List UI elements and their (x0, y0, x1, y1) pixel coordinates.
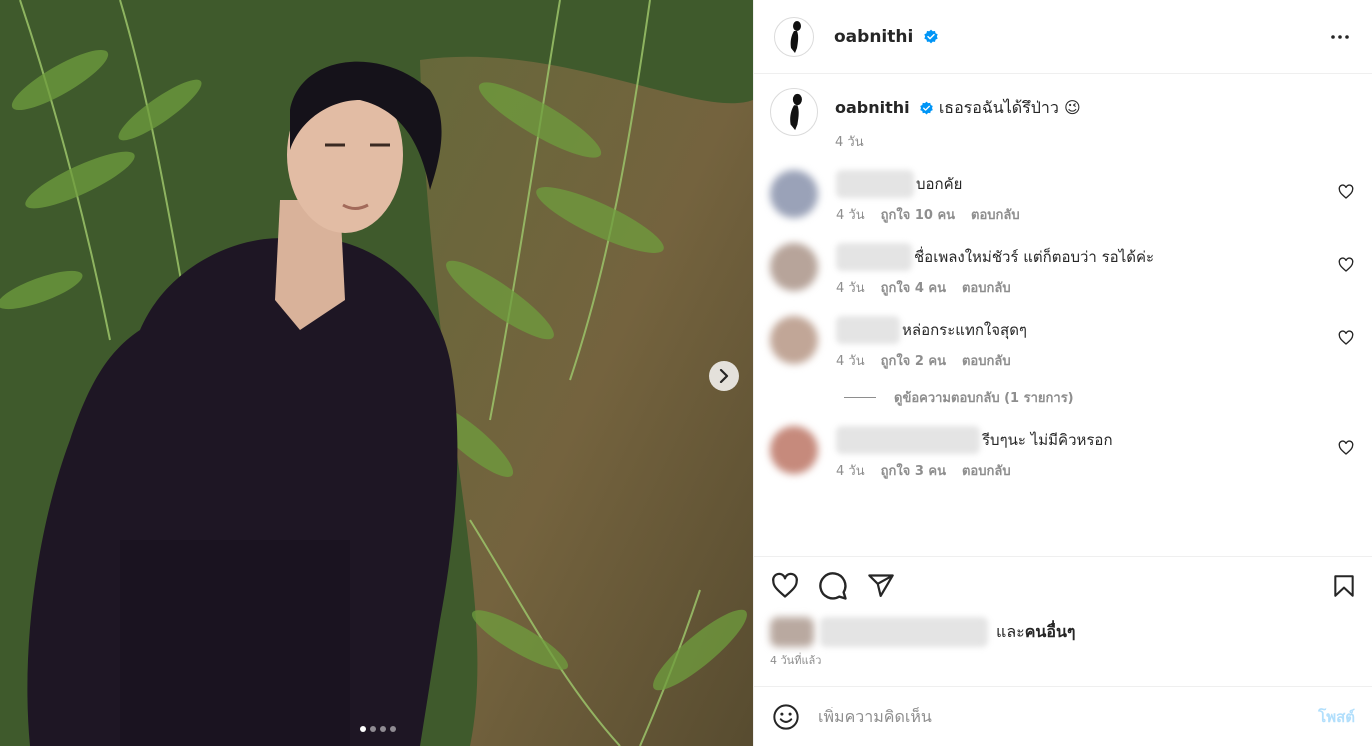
post-header: oabnithi (754, 0, 1372, 74)
caption-emoji: 😉 (1063, 98, 1081, 117)
comment-likes[interactable]: ถูกใจ 2 คน (881, 350, 946, 371)
reply-button[interactable]: ตอบกลับ (962, 350, 1011, 371)
comment-item: ชื่อเพลงใหม่ชัวร์ แต่ก็ตอบว่า รอได้ค่ะ 4… (770, 243, 1356, 298)
blurred-username[interactable] (836, 426, 980, 454)
next-slide-button[interactable] (709, 361, 739, 391)
post-time: 4 วันที่แล้ว (770, 654, 822, 667)
blurred-avatar[interactable] (770, 426, 818, 474)
carousel-dot (390, 726, 396, 732)
comment-likes[interactable]: ถูกใจ 4 คน (881, 277, 946, 298)
more-options-icon[interactable] (1328, 25, 1352, 49)
verified-badge-icon (919, 101, 933, 115)
carousel-dot (370, 726, 376, 732)
caption-username[interactable]: oabnithi (835, 98, 910, 117)
comment-input[interactable] (818, 707, 1319, 726)
heart-icon[interactable] (1338, 440, 1354, 456)
blurred-avatar[interactable] (770, 170, 818, 218)
blurred-avatar[interactable] (770, 316, 818, 364)
comment-time[interactable]: 4 วัน (836, 350, 865, 371)
comment-time[interactable]: 4 วัน (836, 204, 865, 225)
reply-button[interactable]: ตอบกลับ (962, 277, 1011, 298)
blurred-avatar (770, 617, 814, 647)
comment-item: รีบๆนะ ไม่มีคิวหรอก 4 วัน ถูกใจ 3 คน ตอบกล… (770, 426, 1356, 481)
post-media[interactable] (0, 0, 753, 746)
comment-likes[interactable]: ถูกใจ 10 คน (881, 204, 955, 225)
comment-icon[interactable] (818, 571, 848, 601)
caption: oabnithi เธอรอฉันได้รึป่าว 😉 4 วัน (770, 88, 1356, 152)
comment-likes[interactable]: ถูกใจ 3 คน (881, 460, 946, 481)
profile-silhouette-icon (790, 93, 802, 131)
likes-summary[interactable]: และ คนอื่นๆ (770, 617, 1357, 647)
username-text[interactable]: oabnithi (834, 27, 913, 47)
post-comment-button[interactable]: โพสต์ (1318, 705, 1355, 729)
avatar[interactable] (774, 16, 814, 57)
profile-silhouette-icon (790, 20, 801, 53)
blurred-username (820, 617, 988, 647)
post-photo (0, 0, 753, 746)
likes-text: และ (996, 621, 1025, 641)
username[interactable]: oabnithi (834, 27, 939, 47)
caption-text: เธอรอฉันได้รึป่าว (938, 98, 1059, 117)
view-replies-button[interactable]: ดูข้อความตอบกลับ (1 รายการ) (844, 387, 1356, 408)
comment-text: หล่อกระแทกใจสุดๆ (902, 321, 1027, 339)
heart-icon[interactable] (770, 572, 800, 600)
bookmark-icon[interactable] (1331, 572, 1357, 600)
post-sidebar: oabnithi oabnithi เธอรอฉันได้รึป่าว 😉 4 … (753, 0, 1372, 746)
comment-text: รีบๆนะ ไม่มีคิวหรอก (982, 431, 1113, 449)
chevron-right-icon (719, 369, 729, 383)
verified-badge-icon (924, 29, 938, 43)
replies-divider (844, 397, 876, 398)
comment-text: บอกคัย (916, 175, 963, 193)
blurred-username[interactable] (836, 316, 900, 344)
comment-item: บอกคัย 4 วัน ถูกใจ 10 คน ตอบกลับ (770, 170, 1356, 225)
share-icon[interactable] (866, 572, 896, 600)
avatar[interactable] (770, 88, 818, 136)
likes-others[interactable]: คนอื่นๆ (1025, 620, 1076, 645)
comment-time[interactable]: 4 วัน (836, 460, 865, 481)
reply-button[interactable]: ตอบกลับ (971, 204, 1020, 225)
heart-icon[interactable] (1338, 257, 1354, 273)
emoji-icon[interactable] (772, 703, 800, 731)
blurred-avatar[interactable] (770, 243, 818, 291)
post-actions: และ คนอื่นๆ 4 วันที่แล้ว (754, 556, 1372, 669)
comment-time[interactable]: 4 วัน (836, 277, 865, 298)
heart-icon[interactable] (1338, 330, 1354, 346)
comment-item: หล่อกระแทกใจสุดๆ 4 วัน ถูกใจ 2 คน ตอบกลับ (770, 316, 1356, 371)
caption-time[interactable]: 4 วัน (835, 131, 1081, 152)
comment-text: ชื่อเพลงใหม่ชัวร์ แต่ก็ตอบว่า รอได้ค่ะ (914, 248, 1155, 266)
carousel-indicator (360, 726, 396, 732)
view-replies-label[interactable]: ดูข้อความตอบกลับ (1 รายการ) (894, 387, 1074, 408)
carousel-dot (380, 726, 386, 732)
carousel-dot (360, 726, 366, 732)
heart-icon[interactable] (1338, 184, 1354, 200)
blurred-username[interactable] (836, 243, 912, 271)
add-comment-bar: โพสต์ (754, 686, 1372, 746)
blurred-username[interactable] (836, 170, 914, 198)
comments-section: oabnithi เธอรอฉันได้รึป่าว 😉 4 วัน บอกคั… (754, 74, 1372, 556)
reply-button[interactable]: ตอบกลับ (962, 460, 1011, 481)
